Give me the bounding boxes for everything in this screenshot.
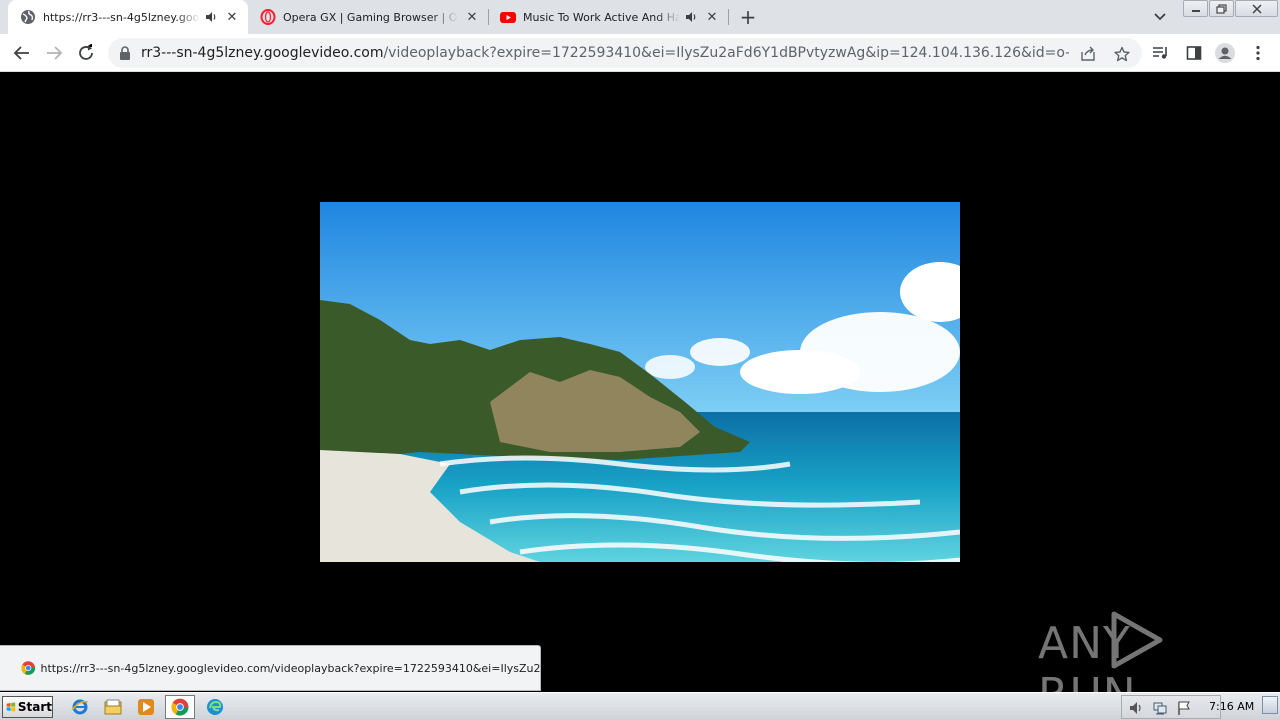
show-desktop-button[interactable] [1262, 696, 1278, 714]
taskbar-media-player[interactable] [136, 697, 156, 717]
chrome-icon [21, 661, 36, 675]
start-button[interactable]: Start [2, 696, 53, 718]
side-panel-icon [1186, 46, 1202, 60]
chrome-menu-button[interactable] [1248, 43, 1268, 63]
network-icon[interactable] [1152, 700, 1168, 716]
folder-icon [104, 699, 122, 715]
tab-strip: https://rr3---sn-4g5lzney.googlevideo.co… [0, 0, 1280, 34]
edge-icon [207, 699, 223, 715]
tab-googlevideo[interactable]: https://rr3---sn-4g5lzney.googlevideo.co… [8, 0, 248, 34]
link-status-bubble: https://rr3---sn-4g5lzney.googlevideo.co… [0, 645, 541, 691]
tab-title: https://rr3---sn-4g5lzney.googlevideo.co… [43, 10, 200, 24]
share-icon[interactable] [1080, 46, 1096, 62]
internet-explorer-icon [71, 699, 89, 715]
profile-avatar-icon [1215, 43, 1235, 63]
more-vert-icon [1256, 45, 1260, 61]
profile-button[interactable] [1215, 43, 1235, 63]
reload-button[interactable] [73, 40, 99, 66]
youtube-icon [500, 12, 516, 23]
play-logo-icon [1111, 611, 1163, 669]
action-center-flag-icon[interactable] [1176, 700, 1192, 716]
tab-title: Music To Work Active And Happy [523, 10, 680, 24]
forward-arrow-icon [47, 46, 63, 60]
tab-title: Opera GX | Gaming Browser | Opera [283, 10, 458, 24]
side-panel-button[interactable] [1184, 43, 1204, 63]
taskbar-edge[interactable] [205, 697, 225, 717]
close-tab-icon[interactable]: ✕ [704, 9, 720, 25]
tab-youtube-music[interactable]: Music To Work Active And Happy ✕ [488, 0, 728, 34]
globe-icon [21, 10, 35, 24]
new-tab-button[interactable]: + [737, 5, 759, 29]
close-window-button[interactable] [1235, 0, 1278, 17]
windows-taskbar: Start 7:16 AM [0, 692, 1280, 720]
minimize-button[interactable] [1183, 0, 1208, 17]
reload-icon [79, 44, 93, 60]
back-button[interactable] [9, 40, 35, 66]
speaker-icon[interactable] [684, 10, 698, 24]
media-player-icon [138, 699, 154, 715]
url-path: /videoplayback?expire=1722593410&ei=Ilys… [383, 45, 1069, 61]
restore-icon [1215, 3, 1227, 14]
forward-button[interactable] [41, 40, 67, 66]
start-label: Start [17, 700, 52, 714]
restore-button[interactable] [1209, 0, 1234, 17]
chrome-icon [171, 698, 189, 716]
url-text[interactable]: rr3---sn-4g5lzney.googlevideo.com/videop… [141, 45, 1069, 61]
close-icon [1251, 3, 1262, 14]
back-arrow-icon [13, 46, 29, 60]
tab-opera[interactable]: Opera GX | Gaming Browser | Opera ✕ [248, 0, 488, 34]
close-tab-icon[interactable]: ✕ [464, 9, 480, 25]
taskbar-explorer[interactable] [103, 697, 123, 717]
minimize-icon [1191, 9, 1200, 12]
url-host: rr3---sn-4g5lzney.googlevideo.com [141, 45, 384, 61]
speaker-icon[interactable] [204, 10, 218, 24]
taskbar-clock[interactable]: 7:16 AM [1209, 700, 1254, 713]
volume-icon[interactable] [1128, 700, 1144, 716]
windows-flag-icon [6, 702, 16, 712]
media-queue-icon [1153, 47, 1167, 59]
tab-separator [728, 9, 729, 25]
bookmark-star-icon[interactable] [1114, 46, 1130, 62]
video-player[interactable] [320, 202, 960, 562]
window-controls [1183, 0, 1279, 18]
lock-icon[interactable] [118, 46, 132, 60]
status-url-text: https://rr3---sn-4g5lzney.googlevideo.co… [40, 661, 541, 675]
chevron-down-icon[interactable] [1151, 9, 1169, 25]
taskbar-chrome[interactable] [165, 695, 195, 719]
close-tab-icon[interactable]: ✕ [224, 9, 240, 25]
system-tray [1121, 695, 1221, 719]
address-bar[interactable]: rr3---sn-4g5lzney.googlevideo.com/videop… [108, 38, 1142, 68]
opera-logo-icon [260, 9, 276, 25]
taskbar-ie[interactable] [70, 697, 90, 717]
media-controls-button[interactable] [1151, 43, 1171, 63]
